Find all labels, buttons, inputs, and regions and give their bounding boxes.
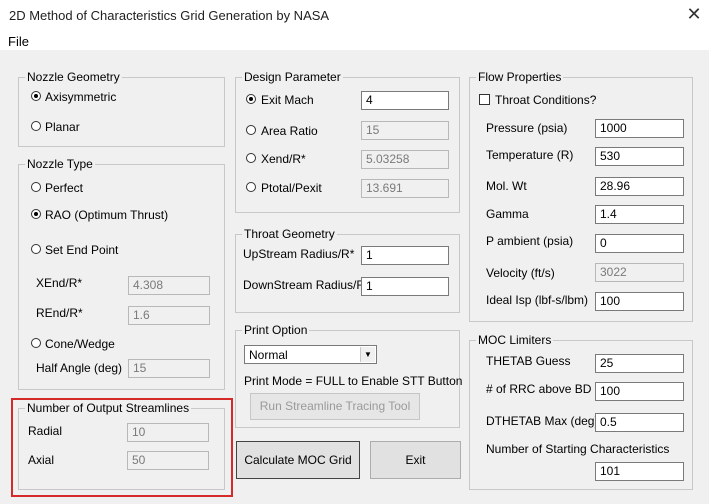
half-angle-label: Half Angle (deg) xyxy=(36,361,123,375)
isp-field[interactable]: 100 xyxy=(595,292,684,311)
radio-xend[interactable] xyxy=(246,153,256,163)
upstream-label: UpStream Radius/R* xyxy=(243,247,355,261)
radio-ptotal[interactable] xyxy=(246,182,256,192)
exit-mach-field[interactable]: 4 xyxy=(361,91,449,110)
rrc-label: # of RRC above BD xyxy=(486,382,592,396)
dthetab-field[interactable]: 0.5 xyxy=(595,413,684,432)
print-option-legend: Print Option xyxy=(242,323,310,337)
throat-conditions-label: Throat Conditions? xyxy=(495,93,597,107)
moc-limiters-legend: MOC Limiters xyxy=(476,333,554,347)
xend-field[interactable]: 4.308 xyxy=(128,276,210,295)
rend-label: REnd/R* xyxy=(36,306,83,320)
radio-area-ratio[interactable] xyxy=(246,125,256,135)
radio-perfect[interactable] xyxy=(31,182,41,192)
thetab-field[interactable]: 25 xyxy=(595,354,684,373)
nozzle-type-legend: Nozzle Type xyxy=(25,157,95,171)
print-mode-hint: Print Mode = FULL to Enable STT Button xyxy=(244,374,463,388)
pressure-label: Pressure (psia) xyxy=(486,121,568,135)
downstream-label: DownStream Radius/R* xyxy=(243,278,370,292)
molwt-field[interactable]: 28.96 xyxy=(595,177,684,196)
radio-planar[interactable] xyxy=(31,121,41,131)
upstream-field[interactable]: 1 xyxy=(361,246,449,265)
nsc-label: Number of Starting Characteristics xyxy=(486,442,670,456)
downstream-field[interactable]: 1 xyxy=(361,277,449,296)
flow-properties-group: Flow Properties xyxy=(469,70,693,322)
xend-label: XEnd/R* xyxy=(36,276,83,290)
temperature-label: Temperature (R) xyxy=(486,148,574,162)
velocity-label: Velocity (ft/s) xyxy=(486,266,555,280)
ptotal-field[interactable]: 13.691 xyxy=(361,179,449,198)
xend-design-field[interactable]: 5.03258 xyxy=(361,150,449,169)
pressure-field[interactable]: 1000 xyxy=(595,119,684,138)
dthetab-label: DTHETAB Max (deg) xyxy=(486,414,599,428)
ptotal-label: Ptotal/Pexit xyxy=(261,181,322,195)
nozzle-geometry-group: Nozzle Geometry xyxy=(18,70,225,147)
nsc-field[interactable]: 101 xyxy=(595,462,684,481)
rend-field[interactable]: 1.6 xyxy=(128,306,210,325)
velocity-field[interactable]: 3022 xyxy=(595,263,684,282)
exit-mach-label: Exit Mach xyxy=(261,93,314,107)
area-ratio-label: Area Ratio xyxy=(261,124,318,138)
gamma-label: Gamma xyxy=(486,207,529,221)
half-angle-field[interactable]: 15 xyxy=(128,359,210,378)
throat-geometry-legend: Throat Geometry xyxy=(242,227,337,241)
run-stt-button[interactable]: Run Streamline Tracing Tool xyxy=(250,393,420,420)
flow-properties-legend: Flow Properties xyxy=(476,70,564,84)
perfect-label: Perfect xyxy=(45,181,84,195)
radio-exit-mach[interactable] xyxy=(246,94,256,104)
cone-wedge-label: Cone/Wedge xyxy=(45,337,115,351)
exit-button[interactable]: Exit xyxy=(370,441,461,479)
menu-bar xyxy=(0,32,709,50)
rrc-field[interactable]: 100 xyxy=(595,382,684,401)
axisymmetric-label: Axisymmetric xyxy=(45,90,117,104)
nozzle-geometry-legend: Nozzle Geometry xyxy=(25,70,122,84)
gamma-field[interactable]: 1.4 xyxy=(595,205,684,224)
radio-rao[interactable] xyxy=(31,209,41,219)
isp-label: Ideal Isp (lbf-s/lbm) xyxy=(486,293,589,307)
chevron-down-icon[interactable]: ▼ xyxy=(360,347,375,362)
radio-set-end-point[interactable] xyxy=(31,244,41,254)
radio-cone-wedge[interactable] xyxy=(31,338,41,348)
thetab-label: THETAB Guess xyxy=(486,354,571,368)
window-title: 2D Method of Characteristics Grid Genera… xyxy=(9,8,330,23)
pambient-label: P ambient (psia) xyxy=(486,234,574,248)
set-end-point-label: Set End Point xyxy=(45,243,119,257)
design-parameter-legend: Design Parameter xyxy=(242,70,343,84)
close-icon[interactable]: ✕ xyxy=(684,4,704,25)
print-mode-select[interactable]: Normal ▼ xyxy=(244,345,377,364)
throat-conditions-checkbox[interactable] xyxy=(479,94,490,105)
molwt-label: Mol. Wt xyxy=(486,179,527,193)
calculate-moc-button[interactable]: Calculate MOC Grid xyxy=(236,441,360,479)
pambient-field[interactable]: 0 xyxy=(595,234,684,253)
planar-label: Planar xyxy=(45,120,80,134)
output-streamlines-highlight xyxy=(11,398,233,497)
print-mode-value: Normal xyxy=(249,348,288,362)
temperature-field[interactable]: 530 xyxy=(595,147,684,166)
xend-design-label: Xend/R* xyxy=(261,152,306,166)
menu-file[interactable]: File xyxy=(8,34,29,49)
rao-label: RAO (Optimum Thrust) xyxy=(45,208,169,222)
radio-axisymmetric[interactable] xyxy=(31,91,41,101)
area-ratio-field[interactable]: 15 xyxy=(361,121,449,140)
